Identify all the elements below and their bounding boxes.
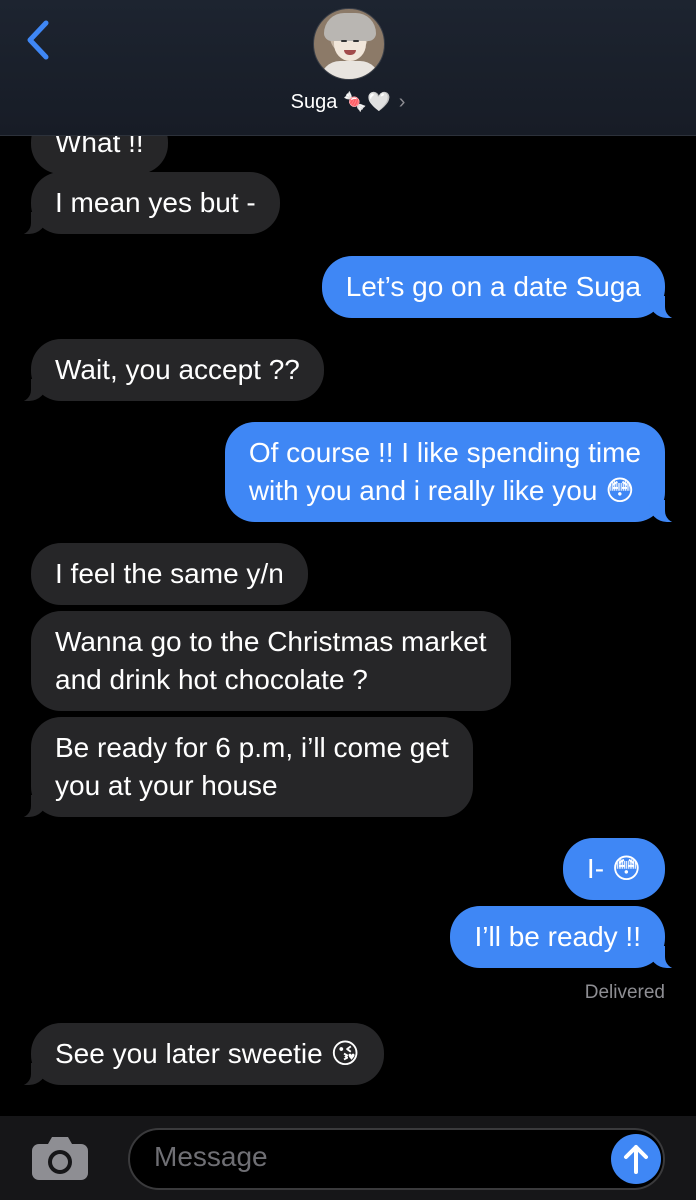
- message-bubble-outgoing[interactable]: Of course !! I like spending time with y…: [224, 422, 680, 523]
- message-bubble-incoming[interactable]: I feel the same y/n: [31, 543, 308, 605]
- arrow-up-icon: [624, 1145, 648, 1174]
- contact-name-button[interactable]: Suga 🍬🤍 ›: [0, 90, 696, 114]
- delivered-status: Delivered: [584, 982, 665, 1003]
- message-text: I’ll be ready !!: [474, 921, 641, 952]
- contact-emoji: 🍬🤍: [343, 92, 391, 113]
- chevron-right-icon: ›: [398, 90, 406, 113]
- message-text-line: Of course !! I like spending time: [248, 437, 641, 468]
- message-text: Let’s go on a date Suga: [345, 271, 641, 302]
- message-bubble-outgoing[interactable]: I- 😳: [562, 838, 665, 900]
- contact-avatar[interactable]: [313, 8, 385, 80]
- message-text: See you later sweetie 😘: [55, 1038, 360, 1069]
- conversation-header: Suga 🍬🤍 ›: [0, 0, 696, 136]
- back-button[interactable]: [18, 16, 58, 64]
- message-bubble-incoming[interactable]: Be ready for 6 p.m, i’ll come get you at…: [17, 717, 473, 818]
- message-bubble-outgoing[interactable]: I’ll be ready !!: [450, 906, 679, 969]
- message-bubble-incoming[interactable]: I mean yes but -: [17, 172, 280, 235]
- message-text-line: and drink hot chocolate ?: [55, 664, 368, 695]
- message-bubble-incoming[interactable]: Wanna go to the Christmas market and dri…: [31, 611, 511, 711]
- message-text-line: Be ready for 6 p.m, i’ll come get: [55, 732, 449, 763]
- chevron-left-icon: [27, 20, 49, 60]
- message-text: Wait, you accept ??: [55, 354, 300, 385]
- message-placeholder: Message: [154, 1141, 268, 1172]
- contact-name: Suga: [290, 90, 338, 113]
- message-bubble-outgoing[interactable]: Let’s go on a date Suga: [321, 256, 680, 319]
- message-bubble-incoming[interactable]: See you later sweetie 😘: [17, 1023, 384, 1086]
- message-text-line: Wanna go to the Christmas market: [55, 626, 487, 657]
- message-text: I mean yes but -: [55, 187, 256, 218]
- message-thread[interactable]: What !! I mean yes but - Let’s go on a d…: [0, 0, 696, 1200]
- send-button[interactable]: [611, 1134, 661, 1184]
- message-text-line: with you and i really like you 😳: [248, 475, 635, 506]
- message-text: I feel the same y/n: [55, 558, 284, 589]
- camera-button[interactable]: [30, 1134, 90, 1182]
- message-text: I- 😳: [586, 853, 641, 884]
- message-text-line: you at your house: [55, 770, 278, 801]
- camera-icon: [32, 1137, 88, 1180]
- message-bubble-incoming[interactable]: Wait, you accept ??: [17, 339, 324, 402]
